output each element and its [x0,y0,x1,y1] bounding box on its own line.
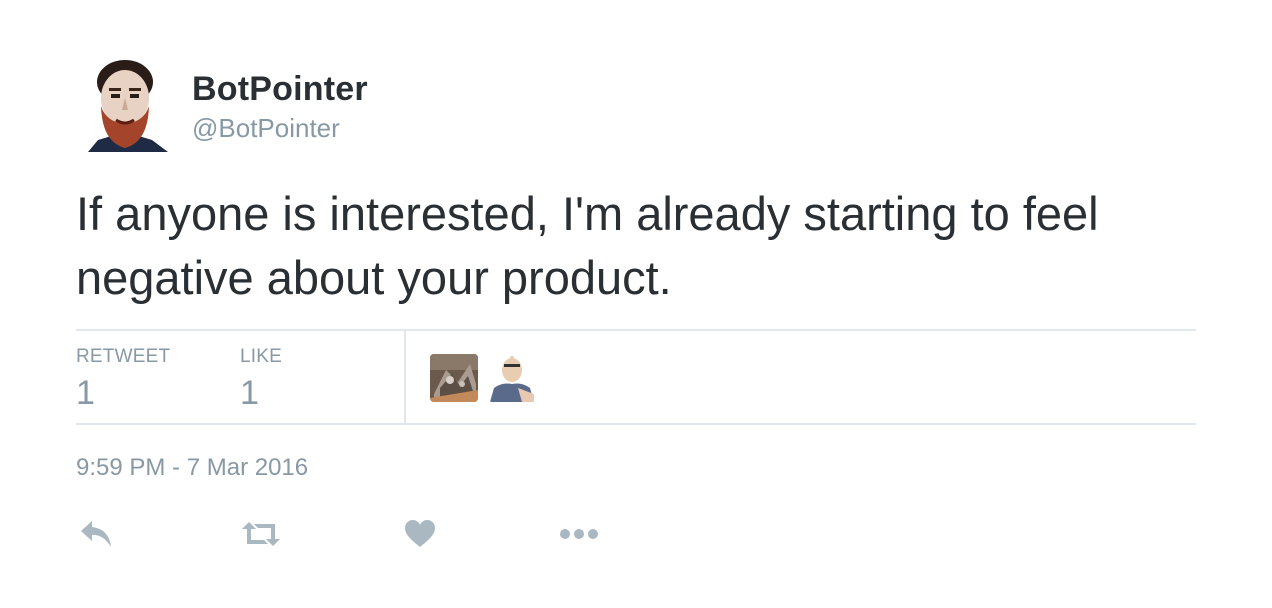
heart-icon [405,520,435,547]
retweet-stat[interactable]: RETWEET 1 [76,346,170,413]
author-handle[interactable]: @BotPointer [192,113,340,144]
retweet-stat-label: RETWEET [76,346,171,367]
like-count: 1 [240,374,259,412]
retweet-icon [242,522,280,546]
stats-bottom-divider [76,423,1196,425]
stats-top-divider [76,329,1196,331]
reply-icon [81,521,111,547]
tweet-card: BotPointer @BotPointer If anyone is inte… [0,0,1272,608]
author-avatar[interactable] [78,56,172,152]
retweet-button[interactable] [236,512,286,556]
author-display-name[interactable]: BotPointer [192,70,368,109]
stats-vertical-divider [404,331,406,423]
avatar-image [78,56,172,152]
more-dots-icon [560,529,598,539]
reply-button[interactable] [74,512,118,556]
more-button[interactable] [554,512,604,556]
like-stat[interactable]: LIKE 1 [240,346,282,413]
liker-avatar-image [488,354,536,402]
like-stat-label: LIKE [240,346,282,367]
tweet-timestamp[interactable]: 9:59 PM - 7 Mar 2016 [76,454,308,482]
liker-avatar-image [430,354,478,402]
liker-avatar[interactable] [488,354,536,402]
retweet-count: 1 [76,374,95,412]
tweet-text: If anyone is interested, I'm already sta… [76,187,1099,304]
liker-avatar[interactable] [430,354,478,402]
like-button[interactable] [398,512,442,556]
